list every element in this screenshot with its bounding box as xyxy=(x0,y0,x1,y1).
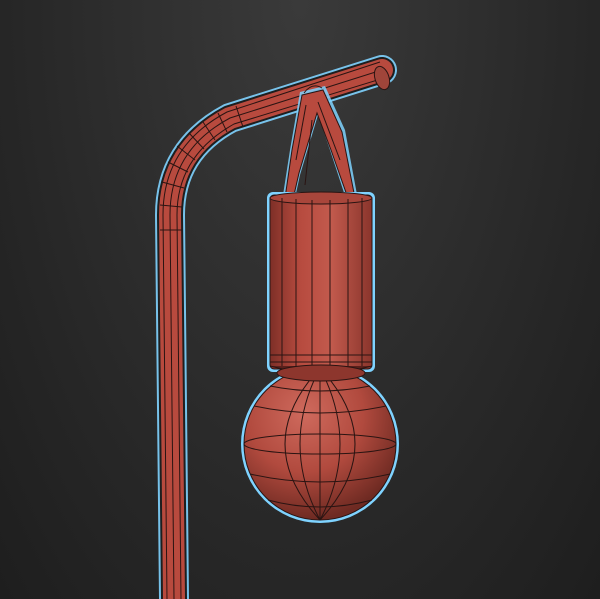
bulb[interactable] xyxy=(241,364,399,523)
3d-viewport[interactable] xyxy=(0,0,600,599)
mesh-scene[interactable] xyxy=(0,0,600,599)
bulb-socket[interactable] xyxy=(267,191,375,374)
